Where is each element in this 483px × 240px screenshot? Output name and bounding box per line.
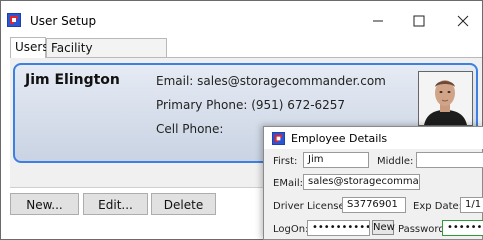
email-label: EMail: (273, 178, 303, 189)
first-name-field[interactable]: Jim (303, 152, 369, 168)
user-photo (418, 71, 473, 126)
user-cell-phone: Cell Phone: (156, 122, 224, 136)
tab-users[interactable]: Users (10, 37, 49, 58)
user-email: Email: sales@storagecommander.com (156, 74, 386, 88)
minimize-button[interactable] (363, 9, 393, 33)
maximize-icon (413, 15, 425, 27)
delete-button[interactable]: Delete (151, 193, 216, 215)
title-bar: User Setup (1, 1, 482, 37)
tab-users-label: Users (15, 40, 49, 54)
exp-date-label: Exp Date: (413, 201, 463, 212)
email-field[interactable]: sales@storagecommander.com (303, 174, 420, 190)
edit-button-label: Edit... (98, 198, 133, 212)
dialog-title-bar: Employee Details (264, 127, 483, 149)
password-label: Password: (398, 224, 449, 235)
dialog-app-icon (272, 132, 285, 145)
logon-label: LogOn: (273, 224, 309, 235)
driver-license-field[interactable]: S3776901 (342, 197, 406, 213)
user-name: Jim Elington (25, 72, 120, 88)
password-field[interactable]: •••••••• (442, 220, 483, 236)
edit-button[interactable]: Edit... (83, 193, 148, 215)
middle-name-field[interactable] (416, 152, 483, 168)
new-button-label: New... (26, 198, 63, 212)
employee-details-dialog: Employee Details First: Jim Middle: EMai… (263, 126, 483, 240)
dialog-title: Employee Details (291, 132, 388, 145)
logon-new-button[interactable]: New (372, 220, 395, 235)
logon-field[interactable]: •••••••••• (307, 220, 370, 236)
minimize-icon (373, 20, 383, 22)
close-button[interactable] (448, 9, 478, 33)
maximize-button[interactable] (404, 9, 434, 33)
user-photo-image (419, 72, 472, 125)
delete-button-label: Delete (163, 198, 204, 212)
window-title: User Setup (30, 14, 97, 28)
exp-date-field[interactable]: 1/1 (460, 197, 483, 213)
middle-label: Middle: (377, 156, 414, 167)
tab-facility-assignment[interactable]: Facility Assignment (46, 38, 167, 74)
app-icon (7, 13, 21, 27)
user-primary-phone: Primary Phone: (951) 672-6257 (156, 98, 346, 112)
first-label: First: (273, 156, 298, 167)
close-icon (457, 15, 469, 27)
new-button[interactable]: New... (10, 193, 79, 215)
